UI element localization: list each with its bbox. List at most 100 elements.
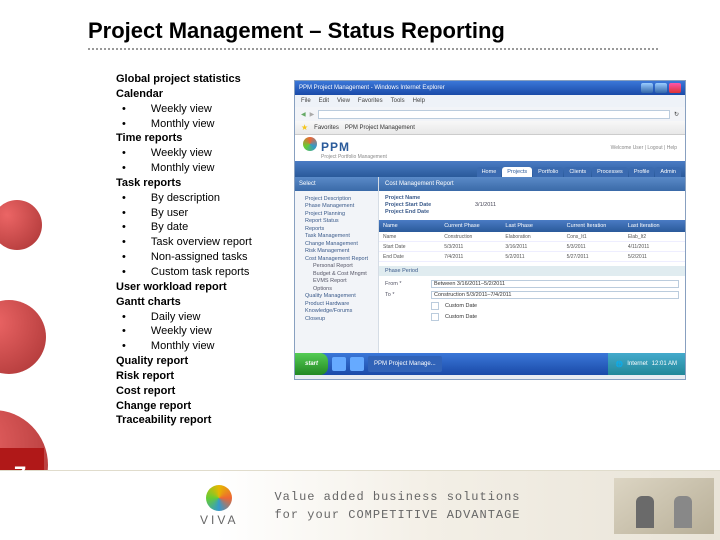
list-item: By user	[116, 206, 286, 221]
system-tray: 🌐 Internet 12:01 AM	[608, 353, 685, 375]
table-row: Start Date 5/3/2011 3/16/2011 5/3/2011 4…	[379, 242, 685, 252]
favorites-label[interactable]: Favorites	[314, 125, 339, 131]
list-heading: Risk report	[116, 369, 286, 384]
sidebar-item[interactable]: Phase Management	[299, 203, 374, 209]
menu-tools[interactable]: Tools	[391, 98, 405, 104]
col-header: Current Phase	[440, 223, 501, 229]
minimize-icon[interactable]	[641, 83, 653, 93]
checkbox-label: Custom Date	[445, 303, 477, 309]
content-pane: Cost Management Report Project Name Proj…	[379, 177, 685, 353]
sidebar-item[interactable]: Cost Management Report	[299, 256, 374, 262]
tab-home[interactable]: Home	[477, 167, 502, 177]
col-header: Last Phase	[501, 223, 562, 229]
checkbox[interactable]	[431, 302, 439, 310]
tray-clock: 12:01 AM	[652, 361, 677, 367]
list-heading: Traceability report	[116, 413, 286, 428]
list-item: Task overview report	[116, 235, 286, 250]
sidebar-item[interactable]: Closeup	[299, 316, 374, 322]
feature-list: Global project statistics Calendar Weekl…	[116, 72, 286, 428]
sidebar-item[interactable]: Quality Management	[299, 293, 374, 299]
sidebar-item[interactable]: Knowledge/Forums	[299, 308, 374, 314]
sidebar-item[interactable]: Project Description	[299, 196, 374, 202]
tab-admin[interactable]: Admin	[655, 167, 681, 177]
browser-tab[interactable]: PPM Project Management	[345, 125, 415, 131]
menu-view[interactable]: View	[337, 98, 350, 104]
url-field[interactable]	[318, 110, 670, 119]
tab-portfolio[interactable]: Portfolio	[533, 167, 563, 177]
window-title: PPM Project Management - Windows Interne…	[299, 85, 445, 91]
list-item: Weekly view	[116, 146, 286, 161]
sidebar-subitem[interactable]: Personal Report	[299, 263, 374, 269]
checkbox-label: Custom Date	[445, 314, 477, 320]
pane-header: Cost Management Report	[379, 177, 685, 191]
list-heading: Time reports	[116, 131, 286, 146]
menu-help[interactable]: Help	[413, 98, 425, 104]
tab-projects[interactable]: Projects	[502, 167, 532, 177]
sidebar-item[interactable]: Report Status	[299, 218, 374, 224]
footer-image	[614, 478, 714, 534]
sidebar-item[interactable]: Reports	[299, 226, 374, 232]
sidebar-item[interactable]: Change Management	[299, 241, 374, 247]
ie-toolbar: ★ Favorites PPM Project Management	[295, 121, 685, 135]
list-item: Monthly view	[116, 117, 286, 132]
sidebar-subitem[interactable]: Options	[299, 286, 374, 292]
list-heading: User workload report	[116, 280, 286, 295]
from-field[interactable]: Between 3/16/2011–5/2/2011	[431, 280, 679, 288]
back-icon[interactable]: ◀	[301, 111, 306, 118]
close-icon[interactable]	[669, 83, 681, 93]
sidebar-subitem[interactable]: Budget & Cost Mngmt	[299, 271, 374, 277]
menu-edit[interactable]: Edit	[319, 98, 329, 104]
sidebar-item[interactable]: Product Hardware	[299, 301, 374, 307]
list-heading: Global project statistics	[116, 72, 286, 87]
tab-clients[interactable]: Clients	[564, 167, 591, 177]
slide-title: Project Management – Status Reporting	[88, 18, 505, 44]
list-heading: Cost report	[116, 384, 286, 399]
sidebar-header: Select	[295, 177, 378, 191]
tab-profile[interactable]: Profile	[629, 167, 655, 177]
form-label: From *	[385, 281, 425, 287]
table-row: End Date 7/4/2011 5/2/2011 5/27/2011 5/2…	[379, 252, 685, 262]
meta-label: Project End Date	[385, 209, 455, 215]
tray-net-label: Internet	[627, 361, 647, 367]
sidebar-item[interactable]: Project Planning	[299, 211, 374, 217]
sidebar-item[interactable]: Task Management	[299, 233, 374, 239]
list-item: Monthly view	[116, 161, 286, 176]
menubar: File Edit View Favorites Tools Help	[295, 95, 685, 107]
sidebar-item[interactable]: Risk Management	[299, 248, 374, 254]
meta-label: Project Name	[385, 195, 455, 201]
page-number: 7	[14, 462, 26, 488]
maximize-icon[interactable]	[655, 83, 667, 93]
sidebar: Select Project Description Phase Managem…	[295, 177, 379, 353]
title-underline	[88, 48, 658, 50]
logo-icon	[303, 137, 317, 151]
list-item: Monthly view	[116, 339, 286, 354]
window-titlebar: PPM Project Management - Windows Interne…	[295, 81, 685, 95]
address-bar: ◀ ▶ ↻	[295, 107, 685, 121]
table-header: Name Current Phase Last Phase Current It…	[379, 220, 685, 232]
menu-favorites[interactable]: Favorites	[358, 98, 383, 104]
to-field[interactable]: Construction 5/3/2011–7/4/2011	[431, 291, 679, 299]
list-item: Custom task reports	[116, 265, 286, 280]
network-icon[interactable]: 🌐	[616, 361, 623, 368]
favorites-icon[interactable]: ★	[301, 123, 308, 132]
meta-value: 3/1/2011	[475, 202, 496, 208]
filter-form: From * Between 3/16/2011–5/2/2011 To * C…	[379, 276, 685, 325]
sidebar-subitem[interactable]: EVMS Report	[299, 278, 374, 284]
slide-footer: VIVA Value added business solutions for …	[0, 470, 720, 540]
footer-tagline: Value added business solutions for your …	[274, 488, 520, 524]
taskbar-icon[interactable]	[350, 357, 364, 371]
refresh-icon[interactable]: ↻	[674, 111, 679, 118]
checkbox[interactable]	[431, 313, 439, 321]
forward-icon[interactable]: ▶	[310, 111, 315, 118]
taskbar-item[interactable]: PPM Project Manage...	[368, 356, 442, 372]
start-button[interactable]: start	[295, 353, 328, 375]
meta-label: Project Start Date	[385, 202, 455, 208]
menu-file[interactable]: File	[301, 98, 311, 104]
app-header: PPM Project Portfolio Management Welcome…	[295, 135, 685, 161]
project-meta: Project Name Project Start Date3/1/2011 …	[379, 191, 685, 220]
list-heading: Quality report	[116, 354, 286, 369]
embedded-screenshot: PPM Project Management - Windows Interne…	[294, 80, 686, 380]
tab-processes[interactable]: Processes	[592, 167, 628, 177]
list-heading: Calendar	[116, 87, 286, 102]
taskbar-icon[interactable]	[332, 357, 346, 371]
